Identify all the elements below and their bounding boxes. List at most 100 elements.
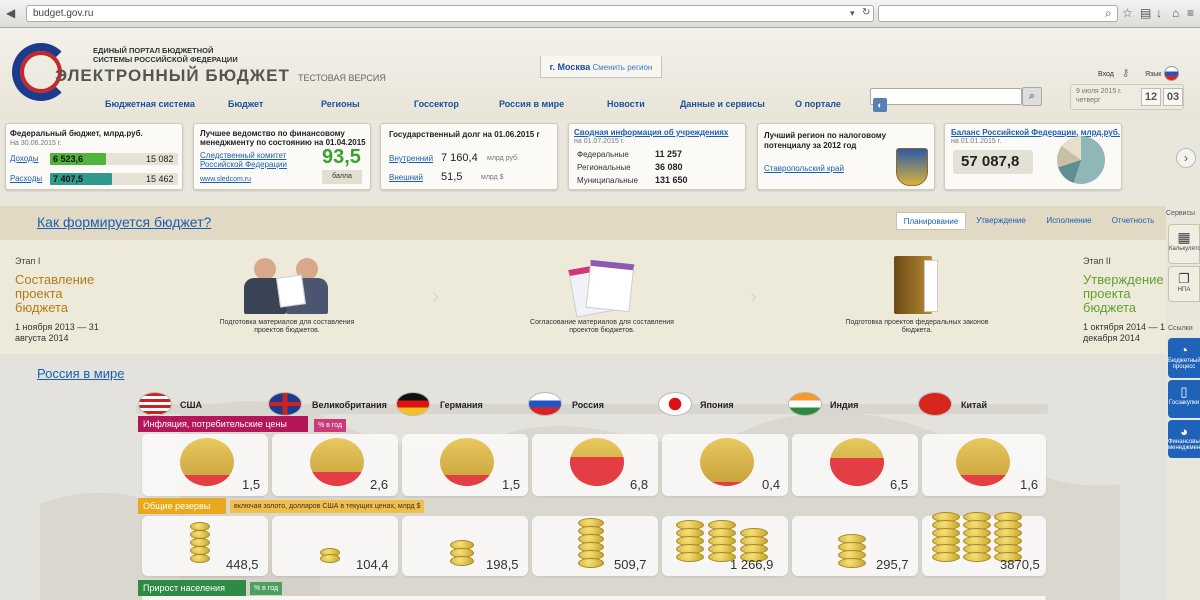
region-selector[interactable]: г. Москва Сменить регион bbox=[540, 56, 662, 78]
budget-process-tab[interactable]: ◔ Бюджетный процесс bbox=[1168, 338, 1200, 378]
institutions-link[interactable]: Сводная информация об учреждениях bbox=[574, 128, 728, 137]
goszakupki-tab[interactable]: ▯ Госзакупки bbox=[1168, 380, 1200, 418]
balance-link[interactable]: Баланс Российской Федерации, млрд.руб. bbox=[951, 128, 1120, 137]
tab-approval[interactable]: Утверждение bbox=[970, 212, 1032, 230]
agency-site-link[interactable]: www.sledcom.ru bbox=[200, 176, 251, 183]
stage2-dates: 1 октября 2014 — 1 декабря 2014 bbox=[1083, 322, 1166, 343]
agency-link[interactable]: Следственный комитет Российской Федераци… bbox=[200, 151, 300, 169]
usa-flag-icon bbox=[138, 392, 172, 416]
card-date: на 01.01.2015 г. bbox=[951, 138, 1002, 145]
budget-title-link[interactable]: Как формируется бюджет? bbox=[37, 214, 211, 230]
npa-tab[interactable]: ❐ НПА bbox=[1168, 266, 1200, 302]
tab-planning[interactable]: Планирование bbox=[896, 212, 966, 230]
external-debt-link[interactable]: Внешний bbox=[389, 173, 423, 182]
card-best-agency[interactable]: Лучшее ведомство по финансовому менеджме… bbox=[193, 123, 371, 190]
card-balance[interactable]: Баланс Российской Федерации, млрд.руб. н… bbox=[944, 123, 1122, 190]
address-bar[interactable]: budget.gov.ru bbox=[26, 5, 874, 22]
calculators-tab[interactable]: ▦Калькуляторы bbox=[1168, 224, 1200, 264]
country-russia[interactable]: Россия bbox=[572, 400, 604, 410]
world-title-link[interactable]: Россия в мире bbox=[37, 366, 124, 381]
stage1-heading[interactable]: Составление проекта бюджета bbox=[15, 273, 115, 315]
inflation-ball-icon bbox=[700, 438, 754, 486]
pie-chart-icon: ◕ bbox=[1180, 424, 1188, 439]
change-region-link[interactable]: Сменить регион bbox=[593, 63, 653, 72]
budget-logo-icon: ◔ bbox=[1179, 342, 1189, 358]
key-icon[interactable]: ⚷ bbox=[1122, 68, 1129, 79]
card-institutions[interactable]: Сводная информация об учреждениях на 01.… bbox=[568, 123, 746, 190]
coat-of-arms-icon bbox=[896, 148, 928, 186]
inflation-value: 1,6 bbox=[1020, 477, 1039, 492]
nav-budget[interactable]: Бюджет bbox=[228, 99, 263, 109]
stage1-label: Этап I bbox=[15, 256, 41, 266]
population-label: Прирост населения bbox=[138, 580, 246, 596]
caption-2: Согласование материалов для составления … bbox=[530, 319, 674, 334]
country-uk[interactable]: Великобритания bbox=[312, 400, 387, 410]
internal-debt-link[interactable]: Внутренний bbox=[389, 154, 433, 163]
india-flag-icon bbox=[788, 392, 822, 416]
inflation-ball-icon bbox=[310, 438, 364, 486]
inflation-ball-icon bbox=[956, 438, 1010, 486]
inflation-ball-icon bbox=[180, 438, 234, 486]
country-china[interactable]: Китай bbox=[961, 400, 987, 410]
card-federal-budget[interactable]: Федеральный бюджет, млрд.руб. На 30.06.2… bbox=[5, 123, 183, 190]
card-best-region[interactable]: Лучший регион по налоговому потенциалу з… bbox=[757, 123, 935, 190]
dropdown-icon[interactable]: ▾ bbox=[850, 6, 855, 20]
income-link[interactable]: Доходы bbox=[10, 154, 38, 163]
card-title: Лучшее ведомство по финансовому менеджме… bbox=[200, 129, 366, 147]
nav-regions[interactable]: Регионы bbox=[321, 99, 360, 109]
home-icon[interactable]: ⌂ bbox=[1172, 6, 1179, 20]
back-icon[interactable]: ◀ bbox=[6, 6, 15, 20]
accessibility-icon[interactable]: ◐ bbox=[873, 98, 887, 112]
external-debt-value: 51,5 bbox=[441, 171, 463, 183]
npa-label: НПА bbox=[1177, 287, 1191, 293]
expense-link[interactable]: Расходы bbox=[10, 174, 42, 183]
nav-data-services[interactable]: Данные и сервисы bbox=[680, 99, 765, 109]
menu-icon[interactable]: ≡ bbox=[1187, 6, 1194, 20]
country-germany[interactable]: Германия bbox=[440, 400, 483, 410]
tab-execution[interactable]: Исполнение bbox=[1040, 212, 1098, 230]
card-state-debt[interactable]: Государственный долг на 01.06.2015 г Вну… bbox=[380, 123, 558, 190]
bookmarks-icon[interactable]: ▤ bbox=[1140, 6, 1151, 20]
logo-subtitle: ЕДИНЫЙ ПОРТАЛ БЮДЖЕТНОЙ СИСТЕМЫ РОССИЙСК… bbox=[93, 46, 238, 64]
inst-label: Региональные bbox=[577, 163, 631, 172]
stage-arrow-icon: › bbox=[750, 283, 758, 308]
reserves-unit: включая золото, долларов США в текущих ц… bbox=[230, 500, 425, 513]
inflation-ball-icon bbox=[830, 438, 884, 486]
reload-icon[interactable]: ↻ bbox=[862, 6, 870, 20]
country-india[interactable]: Индия bbox=[830, 400, 858, 410]
finman-tab[interactable]: ◕ Финансовый менеджмент bbox=[1168, 420, 1200, 458]
search-icon: ⌕ bbox=[1105, 6, 1112, 20]
coins-icon bbox=[578, 518, 606, 568]
inflation-value: 1,5 bbox=[242, 477, 261, 492]
nav-budget-system[interactable]: Бюджетная система bbox=[105, 99, 195, 109]
goszakupki-label: Госзакупки bbox=[1168, 400, 1200, 406]
reserves-value: 448,5 bbox=[226, 557, 259, 572]
tab-reporting[interactable]: Отчетность bbox=[1104, 212, 1162, 230]
login-link[interactable]: Вход bbox=[1098, 71, 1114, 78]
russian-flag-icon[interactable] bbox=[1164, 66, 1179, 81]
browser-search-input[interactable] bbox=[878, 5, 1118, 22]
stage2-label: Этап II bbox=[1083, 256, 1111, 266]
nav-about[interactable]: О портале bbox=[795, 99, 841, 109]
balance-pie-icon bbox=[1057, 136, 1105, 184]
stage2-heading[interactable]: Утверждение проекта бюджета bbox=[1083, 273, 1165, 315]
nav-public-sector[interactable]: Госсектор bbox=[414, 99, 459, 109]
language-label[interactable]: Язык bbox=[1145, 71, 1161, 78]
inflation-ball-icon bbox=[570, 438, 624, 486]
download-icon[interactable]: ↓ bbox=[1156, 6, 1162, 20]
card-date: На 30.06.2015 г. bbox=[10, 140, 62, 147]
logo-title[interactable]: ЭЛЕКТРОННЫЙ БЮДЖЕТ bbox=[55, 66, 290, 86]
agency-score: 93,5 bbox=[322, 146, 361, 168]
internal-debt-value: 7 160,4 bbox=[441, 152, 478, 164]
nav-news[interactable]: Новости bbox=[607, 99, 645, 109]
country-japan[interactable]: Япония bbox=[700, 400, 734, 410]
region-link[interactable]: Ставропольский край bbox=[764, 164, 844, 173]
reserves-value: 198,5 bbox=[486, 557, 519, 572]
country-usa[interactable]: США bbox=[180, 400, 202, 410]
nav-russia-world[interactable]: Россия в мире bbox=[499, 99, 564, 109]
next-arrow-button[interactable]: › bbox=[1176, 148, 1196, 168]
inflation-value: 0,4 bbox=[762, 477, 781, 492]
bookmark-star-icon[interactable]: ☆ bbox=[1122, 6, 1133, 20]
folder-icon bbox=[894, 256, 940, 316]
card-title: Государственный долг на 01.06.2015 г bbox=[389, 130, 540, 139]
